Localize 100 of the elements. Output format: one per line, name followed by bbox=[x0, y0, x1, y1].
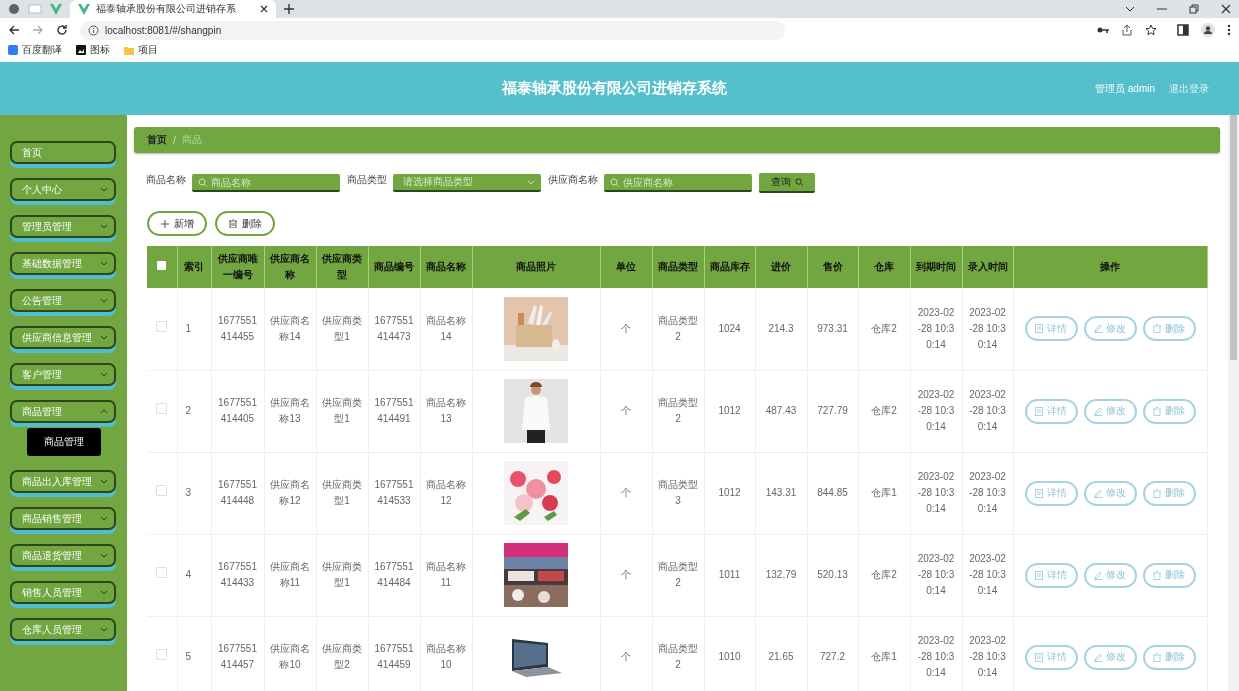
image-icon[interactable] bbox=[76, 45, 86, 55]
table-cell-text: 1677551414491 bbox=[373, 396, 415, 426]
detail-button[interactable]: 详情 bbox=[1024, 480, 1078, 506]
column-header: 索引 bbox=[184, 261, 204, 272]
chevron-icon bbox=[100, 335, 108, 340]
chevron-icon bbox=[100, 187, 108, 192]
key-icon[interactable] bbox=[1097, 26, 1109, 34]
table-cell-text: 143.31 bbox=[765, 486, 797, 500]
side-panel-icon[interactable] bbox=[1177, 24, 1189, 36]
table-cell-text: 1677551414433 bbox=[217, 560, 258, 590]
column-header: 操作 bbox=[1100, 261, 1120, 272]
delete-button[interactable]: 删除 bbox=[1142, 480, 1196, 506]
back-icon[interactable] bbox=[8, 24, 20, 36]
table-cell-text: 2023-02-28 10:30:14 bbox=[969, 634, 1006, 680]
detail-button[interactable]: 详情 bbox=[1024, 562, 1078, 588]
table-cell-text: 1677551414405 bbox=[217, 396, 258, 426]
delete-button[interactable]: 删除 bbox=[1142, 644, 1196, 670]
detail-button[interactable]: 详情 bbox=[1024, 316, 1078, 342]
bookmark-link[interactable]: 项目 bbox=[138, 43, 158, 57]
edit-button[interactable]: 修改 bbox=[1083, 398, 1137, 424]
row-checkbox[interactable] bbox=[156, 403, 168, 414]
info-icon[interactable] bbox=[88, 24, 99, 36]
edit-button[interactable]: 修改 bbox=[1083, 480, 1137, 506]
plus-icon[interactable] bbox=[284, 4, 294, 14]
table-cell-text: 520.13 bbox=[817, 568, 848, 582]
edit-button[interactable]: 修改 bbox=[1083, 644, 1137, 670]
field-label: 商品类型 bbox=[347, 173, 387, 187]
table-cell-text: 2023-02-28 10:30:14 bbox=[917, 388, 955, 434]
chevron-down-icon[interactable] bbox=[1125, 6, 1135, 12]
table-cell-text: 仓库2 bbox=[871, 568, 897, 582]
search-field[interactable]: 供应商名称 bbox=[604, 174, 752, 192]
submenu-item[interactable]: 商品管理 bbox=[27, 428, 101, 456]
add-button[interactable]: 新增 bbox=[147, 211, 207, 236]
table-cell: 5 bbox=[185, 651, 192, 662]
search-field[interactable]: 商品名称 bbox=[192, 174, 340, 192]
table-cell-text: 个 bbox=[621, 404, 631, 418]
table-cell-text: 供应商类型1 bbox=[321, 478, 363, 508]
chevron-icon bbox=[100, 627, 108, 632]
translate-icon[interactable] bbox=[8, 45, 18, 55]
share-icon[interactable] bbox=[1121, 24, 1133, 36]
restore-icon[interactable] bbox=[1189, 4, 1199, 14]
row-checkbox[interactable] bbox=[156, 485, 168, 496]
chevron-icon bbox=[100, 372, 108, 377]
document-icon bbox=[1035, 324, 1043, 334]
table-cell-text: 214.3 bbox=[768, 321, 794, 336]
document-icon bbox=[1035, 488, 1043, 498]
more-icon[interactable] bbox=[1227, 24, 1231, 36]
table-cell-text: 132.79 bbox=[765, 568, 797, 582]
browser-tab[interactable]: 福泰轴承股份有限公司进销存系 bbox=[70, 0, 276, 18]
table-cell-text: 供应商名称11 bbox=[269, 560, 311, 590]
bookmark-link[interactable]: 百度翻译 bbox=[22, 43, 62, 57]
edit-button[interactable]: 修改 bbox=[1083, 316, 1137, 342]
star-icon[interactable] bbox=[1145, 24, 1157, 36]
table-cell: 1 bbox=[185, 322, 192, 334]
delete-button[interactable]: 删除 bbox=[1142, 398, 1196, 424]
row-checkbox[interactable] bbox=[156, 320, 168, 332]
table-cell-text: 商品名称13 bbox=[425, 396, 467, 426]
delete-button[interactable]: 删除 bbox=[1142, 562, 1196, 588]
table-cell-text: 仓库2 bbox=[871, 404, 897, 418]
bookmark-link[interactable]: 图标 bbox=[90, 43, 110, 57]
close-icon[interactable] bbox=[1221, 4, 1231, 14]
reload-icon[interactable] bbox=[56, 24, 68, 36]
logout-link[interactable]: 退出登录 bbox=[1169, 81, 1209, 96]
table-cell-text: 仓库2 bbox=[871, 321, 897, 336]
table-cell-text: 1677551414473 bbox=[373, 313, 415, 344]
select-all-checkbox[interactable] bbox=[157, 261, 167, 270]
detail-button[interactable]: 详情 bbox=[1024, 398, 1078, 424]
scrollbar[interactable] bbox=[1228, 115, 1239, 691]
chevron-icon bbox=[100, 298, 108, 303]
type-select[interactable]: 请选择商品类型 bbox=[393, 174, 541, 192]
trash-icon bbox=[1153, 652, 1161, 662]
pencil-icon bbox=[1094, 652, 1102, 662]
table-cell-text: 487.43 bbox=[765, 404, 797, 418]
table-cell-text: 商品名称11 bbox=[425, 560, 467, 590]
table-cell-text: 供应商名称14 bbox=[269, 313, 311, 344]
edit-button[interactable]: 修改 bbox=[1083, 562, 1137, 588]
delete-button[interactable]: 删除 bbox=[1142, 316, 1196, 342]
detail-button[interactable]: 详情 bbox=[1024, 644, 1078, 670]
table-cell-text: 2023-02-28 10:30:14 bbox=[969, 305, 1006, 352]
table-cell-text: 1011 bbox=[718, 568, 741, 582]
breadcrumb-link[interactable]: 商品 bbox=[181, 133, 202, 147]
column-header: 商品照片 bbox=[516, 261, 556, 272]
search-icon bbox=[610, 178, 619, 187]
row-checkbox[interactable] bbox=[156, 649, 168, 660]
close-icon[interactable] bbox=[260, 5, 268, 13]
breadcrumb-separator: / bbox=[173, 134, 176, 146]
column-header: 单位 bbox=[616, 261, 636, 272]
table-cell-text: 供应商类型1 bbox=[321, 396, 363, 426]
document-icon bbox=[1035, 570, 1043, 580]
delete-button[interactable]: 删除 bbox=[215, 211, 275, 236]
table-cell-text: 供应商名称12 bbox=[269, 478, 311, 508]
search-button[interactable]: 查询 bbox=[759, 173, 815, 193]
column-header: 商品名称 bbox=[426, 261, 466, 272]
trash-icon bbox=[1153, 570, 1161, 580]
table-cell: 3 bbox=[185, 487, 192, 498]
breadcrumb-link[interactable]: 首页 bbox=[147, 133, 167, 147]
profile-icon[interactable] bbox=[1201, 23, 1215, 37]
row-checkbox[interactable] bbox=[156, 567, 168, 578]
column-header: 录入时间 bbox=[967, 261, 1008, 272]
address-field[interactable]: localhost:8081/#/shangpin bbox=[80, 20, 785, 40]
